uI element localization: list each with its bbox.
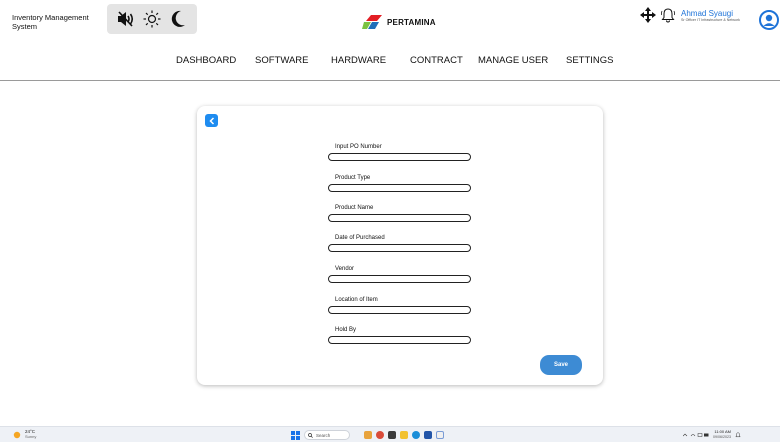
back-button[interactable] <box>205 114 218 127</box>
speaker-muted-icon[interactable] <box>116 9 136 29</box>
product-name-input[interactable] <box>328 214 471 222</box>
app-page: Inventory Management System PERTAMINA Ah… <box>0 0 780 442</box>
location-label: Location of Item <box>335 297 378 303</box>
search-icon <box>308 432 313 438</box>
clock-date: 09/06/2023 <box>713 434 731 439</box>
vendor-label: Vendor <box>335 266 355 272</box>
bell-icon[interactable] <box>660 7 676 28</box>
taskbar-app-store-icon[interactable] <box>424 431 432 439</box>
move-arrows-icon[interactable] <box>640 7 656 28</box>
tray-clock[interactable]: 11:00 AM 09/06/2023 <box>713 429 731 439</box>
sun-weather-icon <box>13 431 21 438</box>
chevron-left-icon <box>208 116 214 125</box>
taskbar-app-bluetooth-icon[interactable] <box>436 431 444 439</box>
notification-center-icon[interactable] <box>735 432 741 438</box>
header-actions <box>640 7 676 28</box>
save-button[interactable]: Save <box>540 355 582 375</box>
app-title: Inventory Management System <box>12 13 89 31</box>
pertamina-logo-icon <box>362 15 382 29</box>
brand-logo: PERTAMINA <box>362 14 436 30</box>
nav-dashboard[interactable]: DASHBOARD <box>176 55 236 66</box>
os-taskbar: 24°C Sunny Search 11:00 AM 09/06/2023 <box>0 426 780 442</box>
taskbar-apps: Search <box>291 430 444 440</box>
weather-desc: Sunny <box>25 433 37 439</box>
taskbar-app-edge-icon[interactable] <box>412 431 420 439</box>
sun-icon[interactable] <box>142 9 162 29</box>
nav-hardware[interactable]: HARDWARE <box>331 55 386 66</box>
nav-contract[interactable]: CONTRACT <box>410 55 463 66</box>
tray-status-icons[interactable] <box>683 432 709 438</box>
product-name-label: Product Name <box>335 205 374 211</box>
search-placeholder: Search <box>316 432 331 438</box>
po-number-input[interactable] <box>328 153 471 161</box>
product-type-label: Product Type <box>335 175 371 181</box>
location-input[interactable] <box>328 306 471 314</box>
weather-text: 24°C Sunny <box>25 429 37 439</box>
user-role: Sr Officer IT Infrastructure & Network <box>681 18 740 22</box>
hardware-form-card: Input PO Number Product Type Product Nam… <box>197 106 603 385</box>
user-info[interactable]: Ahmad Syaugi Sr Officer IT Infrastructur… <box>681 9 756 23</box>
windows-start-icon[interactable] <box>291 430 300 440</box>
po-number-label: Input PO Number <box>335 144 382 150</box>
hold-by-input[interactable] <box>328 336 471 344</box>
purchase-date-input[interactable] <box>328 244 471 252</box>
nav-settings[interactable]: SETTINGS <box>566 55 614 66</box>
taskbar-search[interactable]: Search <box>304 430 350 440</box>
vendor-input[interactable] <box>328 275 471 283</box>
brand-name: PERTAMINA <box>387 17 436 27</box>
moon-icon[interactable] <box>168 9 188 29</box>
system-tray: 11:00 AM 09/06/2023 <box>683 429 741 439</box>
display-mode-toolbar <box>107 4 197 34</box>
user-name: Ahmad Syaugi <box>681 9 734 18</box>
hold-by-label: Hold By <box>335 327 357 333</box>
user-avatar-icon[interactable] <box>759 10 779 30</box>
taskbar-app-folder-icon[interactable] <box>400 431 408 439</box>
clock-time: 11:00 AM <box>714 429 731 434</box>
header-divider <box>0 80 780 81</box>
taskbar-app-terminal-icon[interactable] <box>388 431 396 439</box>
nav-manage-user[interactable]: MANAGE USER <box>478 55 548 66</box>
taskbar-app-chrome-icon[interactable] <box>376 431 384 439</box>
taskbar-app-java-icon[interactable] <box>364 431 372 439</box>
nav-software[interactable]: SOFTWARE <box>255 55 308 66</box>
product-type-input[interactable] <box>328 184 471 192</box>
purchase-date-label: Date of Purchased <box>335 235 385 241</box>
main-nav: DASHBOARD SOFTWARE HARDWARE CONTRACT MAN… <box>0 55 780 67</box>
weather-widget[interactable]: 24°C Sunny <box>13 429 37 439</box>
